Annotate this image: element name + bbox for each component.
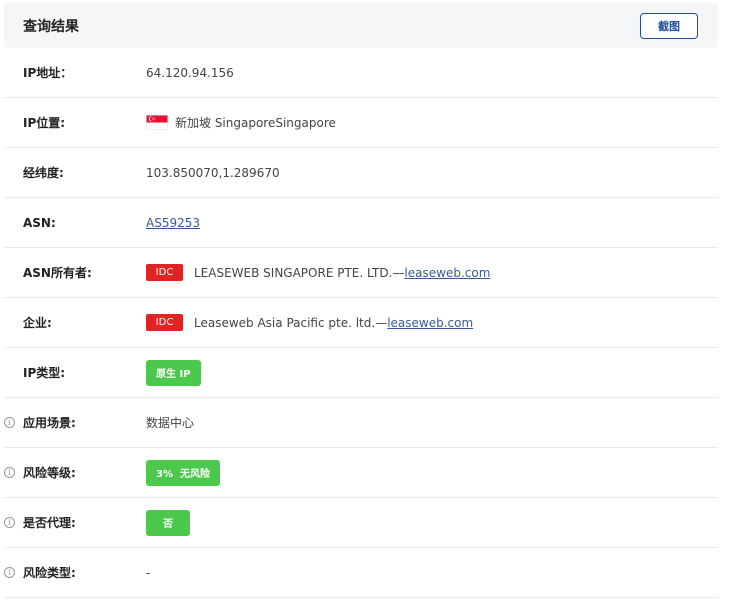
row-asn: ASN: AS59253 [4, 198, 718, 248]
ip-type-value-group: 原生 IP [146, 359, 201, 386]
ip-address-value: 64.120.94.156 [146, 65, 234, 80]
info-icon[interactable]: i [4, 517, 15, 528]
asn-owner-link[interactable]: leaseweb.com [404, 266, 490, 280]
coordinates-value: 103.850070,1.289670 [146, 165, 280, 180]
ip-type-label: IP类型: [23, 366, 66, 380]
ip-location-value-group: 新加坡 SingaporeSingapore [146, 114, 336, 131]
row-asn-owner: ASN所有者: IDC LEASEWEB SINGAPORE PTE. LTD.… [4, 248, 718, 298]
asn-label: ASN: [23, 215, 56, 230]
result-header: 查询结果 截图 [4, 3, 718, 48]
ip-type-badge: 原生 IP [146, 359, 201, 386]
risk-type-value: - [146, 565, 151, 580]
idc-tag: IDC [146, 314, 183, 331]
info-icon[interactable]: i [4, 567, 15, 578]
risk-level-value-group: 3% 无风险 [146, 459, 220, 486]
ip-location-label: IP位置: [23, 116, 66, 130]
asn-value-group: AS59253 [146, 216, 200, 230]
application-scenario-label: 应用场景: [23, 416, 76, 430]
row-application-scenario: i 应用场景: 数据中心 [4, 398, 718, 448]
risk-type-label: 风险类型: [23, 566, 76, 580]
is-proxy-label: 是否代理: [23, 516, 76, 530]
row-ip-location: IP位置: 新加坡 SingaporeSingapore [4, 98, 718, 148]
screenshot-button[interactable]: 截图 [640, 12, 698, 39]
row-risk-type: i 风险类型: - [4, 548, 718, 598]
asn-link[interactable]: AS59253 [146, 216, 200, 230]
row-company: 企业: IDC Leaseweb Asia Pacific pte. ltd.—… [4, 298, 718, 348]
row-coordinates: 经纬度: 103.850070,1.289670 [4, 148, 718, 198]
row-ip-address: IP地址： 64.120.94.156 [4, 48, 718, 98]
result-title: 查询结果 [23, 18, 79, 35]
row-is-proxy: i 是否代理: 否 [4, 498, 718, 548]
singapore-flag-icon [146, 115, 168, 130]
query-result-panel: 查询结果 截图 IP地址： 64.120.94.156 IP位置: 新加坡 Si… [4, 3, 718, 598]
risk-level-badge: 3% 无风险 [146, 459, 220, 486]
is-proxy-badge: 否 [146, 509, 190, 536]
asn-owner-label: ASN所有者: [23, 266, 92, 280]
coordinates-label: 经纬度: [23, 166, 64, 180]
is-proxy-value-group: 否 [146, 509, 190, 536]
asn-owner-value-group: IDC LEASEWEB SINGAPORE PTE. LTD.— leasew… [146, 264, 490, 281]
risk-level-label: 风险等级: [23, 466, 76, 480]
ip-address-label: IP地址： [23, 66, 73, 80]
row-risk-level: i 风险等级: 3% 无风险 [4, 448, 718, 498]
company-text: Leaseweb Asia Pacific pte. ltd.— [194, 315, 388, 330]
application-scenario-value: 数据中心 [146, 416, 195, 430]
info-icon[interactable]: i [4, 467, 15, 478]
asn-owner-text: LEASEWEB SINGAPORE PTE. LTD.— [194, 265, 405, 280]
info-icon[interactable]: i [4, 417, 15, 428]
company-value-group: IDC Leaseweb Asia Pacific pte. ltd.— lea… [146, 314, 473, 331]
row-ip-type: IP类型: 原生 IP [4, 348, 718, 398]
company-link[interactable]: leaseweb.com [387, 316, 473, 330]
company-label: 企业: [23, 316, 52, 330]
ip-location-value: 新加坡 SingaporeSingapore [175, 116, 336, 130]
idc-tag: IDC [146, 264, 183, 281]
